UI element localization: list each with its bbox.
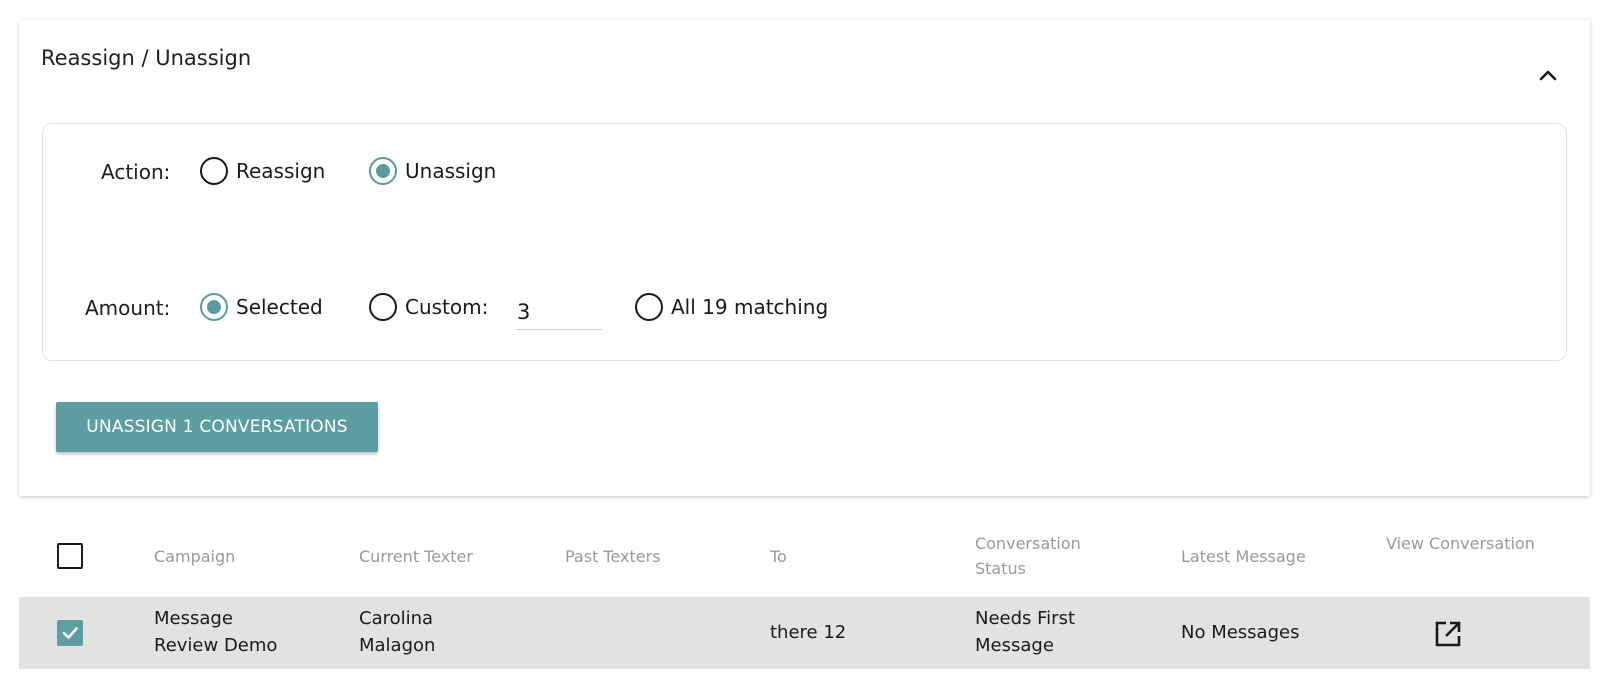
column-header-to[interactable]: To xyxy=(770,544,787,569)
radio-unassign-label: Unassign xyxy=(405,159,497,183)
options-box: Action: Reassign Unassign Amount: Select… xyxy=(42,123,1567,361)
cell-campaign: Message Review Demo xyxy=(154,608,278,656)
column-header-current-texter[interactable]: Current Texter xyxy=(359,544,473,569)
radio-reassign-label: Reassign xyxy=(236,159,326,183)
radio-circle-checked[interactable] xyxy=(369,157,397,185)
custom-amount-input[interactable] xyxy=(516,294,602,330)
column-header-conversation-status[interactable]: Conversation Status xyxy=(975,531,1115,581)
radio-circle-checked[interactable] xyxy=(200,293,228,321)
radio-circle[interactable] xyxy=(200,157,228,185)
table-header: Campaign Current Texter Past Texters To … xyxy=(19,525,1590,597)
cell-to: there 12 xyxy=(770,622,847,643)
cell-status: Needs First Message xyxy=(975,608,1076,656)
unassign-button[interactable]: UNASSIGN 1 CONVERSATIONS xyxy=(56,402,378,452)
select-all-checkbox[interactable] xyxy=(57,543,83,569)
chevron-up-icon[interactable] xyxy=(1534,62,1562,90)
cell-latest-message: No Messages xyxy=(1181,622,1300,643)
radio-all-label: All 19 matching xyxy=(671,295,829,319)
open-in-new-icon[interactable] xyxy=(1433,619,1463,653)
row-checkbox[interactable] xyxy=(57,620,83,646)
cell-current-texter: Carolina Malagon xyxy=(359,608,436,656)
panel-title: Reassign / Unassign xyxy=(41,46,252,70)
radio-unassign[interactable]: Unassign xyxy=(369,157,496,185)
action-label: Action: xyxy=(101,160,171,184)
column-header-latest-message[interactable]: Latest Message xyxy=(1181,544,1306,569)
radio-custom[interactable]: Custom: xyxy=(369,293,488,321)
radio-selected-label: Selected xyxy=(236,295,323,319)
column-header-past-texters[interactable]: Past Texters xyxy=(565,544,661,569)
reassign-panel: Reassign / Unassign Action: Reassign Una… xyxy=(19,20,1590,496)
radio-circle[interactable] xyxy=(369,293,397,321)
amount-label: Amount: xyxy=(85,296,171,320)
radio-circle[interactable] xyxy=(635,293,663,321)
radio-all-matching[interactable]: All 19 matching xyxy=(635,293,828,321)
radio-custom-label: Custom: xyxy=(405,295,489,319)
column-header-campaign[interactable]: Campaign xyxy=(154,544,235,569)
radio-reassign[interactable]: Reassign xyxy=(200,157,325,185)
table-row[interactable]: Message Review Demo Carolina Malagon the… xyxy=(19,597,1590,669)
radio-selected[interactable]: Selected xyxy=(200,293,323,321)
column-header-view-conversation: View Conversation xyxy=(1386,534,1535,553)
